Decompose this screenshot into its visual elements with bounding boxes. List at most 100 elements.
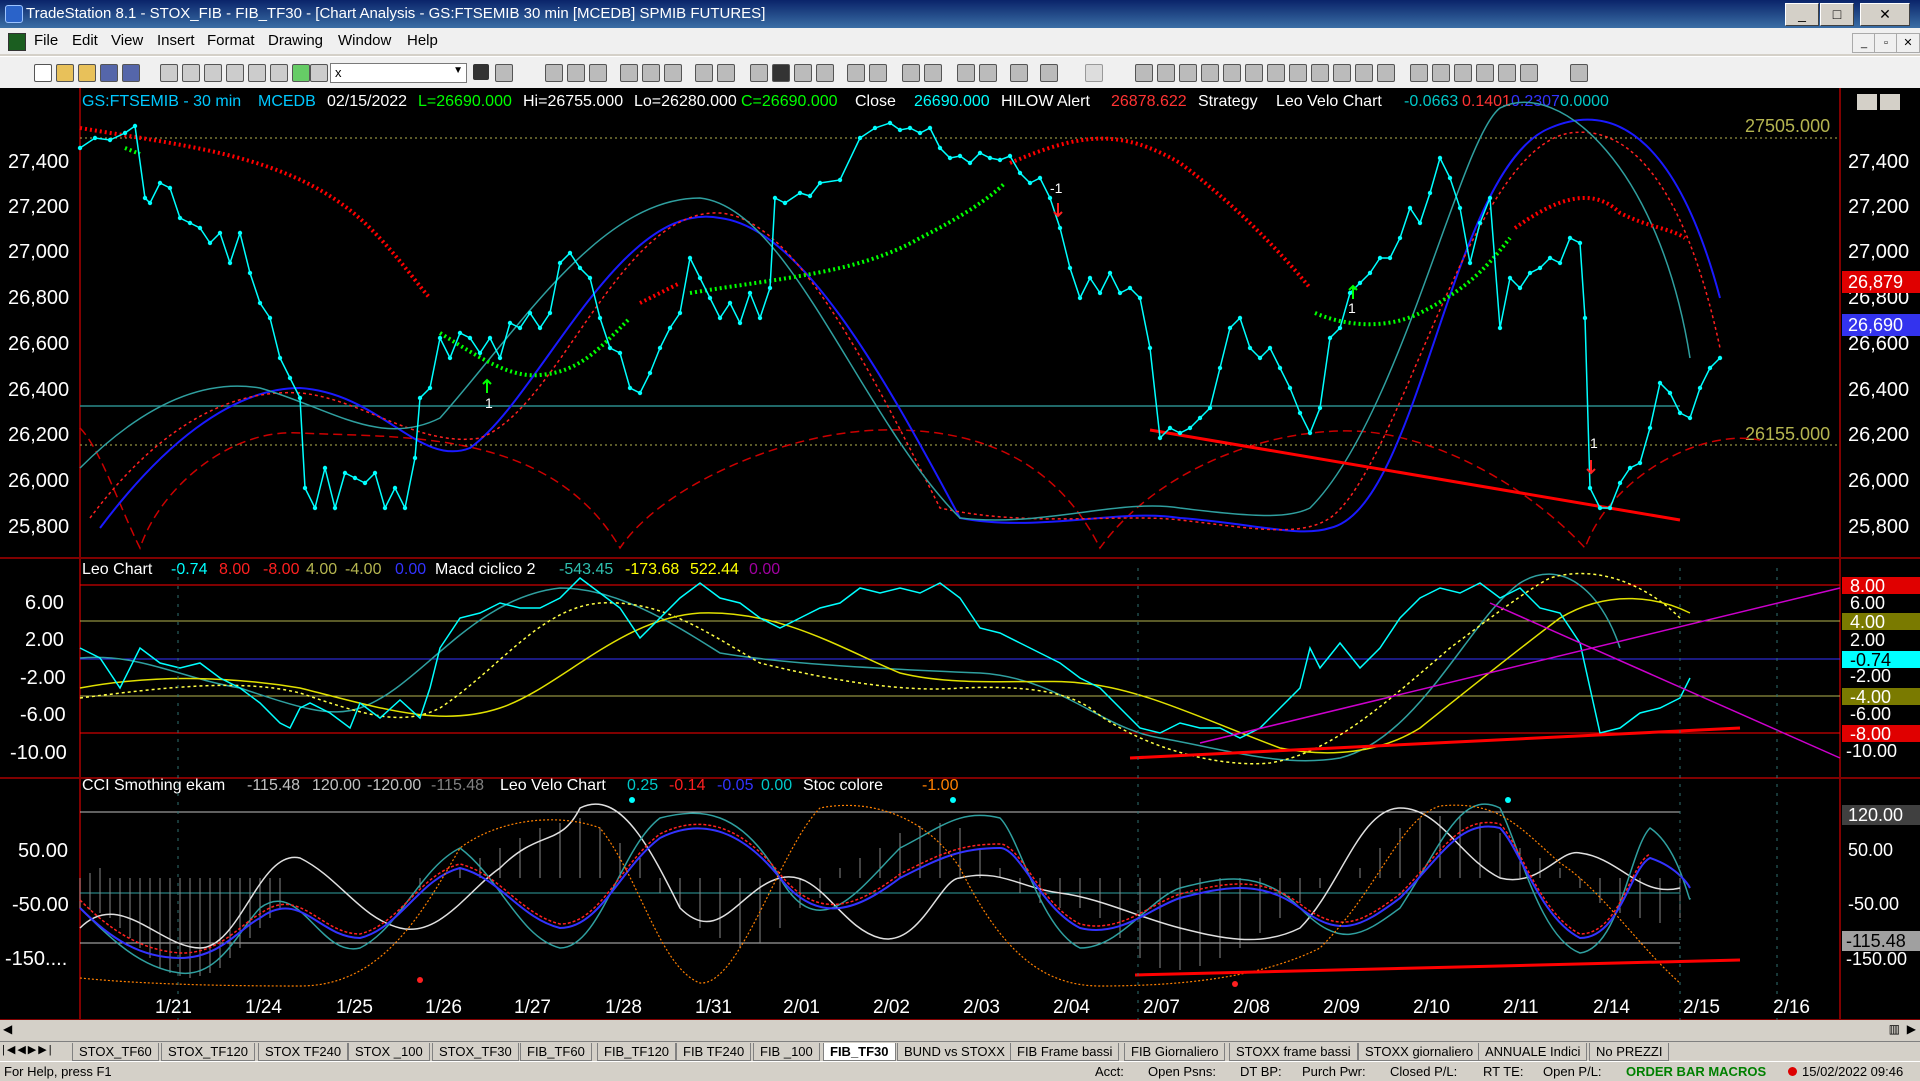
chart-window-icon[interactable] [8,33,26,51]
indicator-icon[interactable] [292,64,310,82]
symbol-combo[interactable]: x ▼ [330,63,467,83]
paste-icon[interactable] [248,64,266,82]
print-preview-icon[interactable] [182,64,200,82]
maximize-button[interactable]: □ [1820,3,1854,26]
tab-stox-tf60[interactable]: STOX_TF60 [72,1043,159,1061]
channel-icon[interactable] [1157,64,1175,82]
fib-icon[interactable] [1223,64,1241,82]
chart-minimize-button[interactable] [1857,94,1877,110]
tab-stox-tf240[interactable]: STOX TF240 [258,1043,349,1061]
scroll-right-icon[interactable]: ▶ [1907,1022,1916,1036]
tab-no-prezzi[interactable]: No PREZZI [1589,1043,1670,1061]
rectangle-icon[interactable] [1520,64,1538,82]
menu-drawing[interactable]: Drawing [268,32,323,49]
tab-annuale-indici[interactable]: ANNUALE Indici [1478,1043,1588,1061]
candle-icon[interactable] [816,64,834,82]
toolbar-icon[interactable] [310,64,328,82]
chevron-down-icon[interactable]: ▼ [453,65,463,76]
leo-trendline-magenta-up[interactable] [1199,587,1841,744]
open-workspace-icon[interactable] [78,64,96,82]
menu-edit[interactable]: Edit [72,32,98,49]
tab-stox-100[interactable]: STOX _100 [348,1043,430,1061]
up-arrow-icon[interactable] [1476,64,1494,82]
insert-icon[interactable] [1040,64,1058,82]
cci-trendline-red[interactable] [1134,958,1741,977]
cycle-icon[interactable] [1289,64,1307,82]
text-icon[interactable] [1570,64,1588,82]
find-icon[interactable] [495,64,513,82]
tab-fib-tf120[interactable]: FIB_TF120 [597,1043,677,1061]
menu-file[interactable]: File [34,32,58,49]
tools-icon[interactable] [1010,64,1028,82]
compress-icon[interactable] [847,64,865,82]
leo-trendline-magenta-down[interactable] [1489,602,1841,759]
freehand-icon[interactable] [1377,64,1395,82]
tab-bund-vs-stoxx[interactable]: BUND vs STOXX [897,1043,1012,1061]
copy-icon[interactable] [226,64,244,82]
ohlc-icon[interactable] [794,64,812,82]
tab-fib-tf30[interactable]: FIB_TF30 [823,1043,896,1061]
time-zone-icon[interactable] [1333,64,1351,82]
tab-stoxx-frame-bassi[interactable]: STOXX frame bassi [1229,1043,1358,1061]
mdi-close-button[interactable]: ✕ [1896,33,1920,53]
horizontal-line-icon[interactable] [1179,64,1197,82]
print-icon[interactable] [160,64,178,82]
strategy-icon[interactable] [717,64,735,82]
window-icon[interactable] [642,64,660,82]
tab-fib-frame-bassi[interactable]: FIB Frame bassi [1010,1043,1120,1061]
scroll-left-icon[interactable]: ◀ [3,1022,12,1036]
go-icon[interactable] [473,64,489,80]
price-line[interactable] [79,122,1721,511]
format-icon[interactable] [270,64,288,82]
ellipse-icon[interactable] [1498,64,1516,82]
pointer-icon[interactable] [957,64,975,82]
cut-icon[interactable] [204,64,222,82]
layout-icon[interactable] [664,64,682,82]
expand-icon[interactable] [869,64,887,82]
tab-nav-arrows-icon[interactable]: |◀◀▶▶| [2,1043,54,1056]
link-icon[interactable] [695,64,713,82]
radar-icon[interactable] [567,64,585,82]
scroll-thumb-icon[interactable]: ▥ [1889,1022,1900,1036]
save-icon[interactable] [100,64,118,82]
tab-fib-tf240[interactable]: FIB TF240 [676,1043,752,1061]
status-order-bar-macros[interactable]: ORDER BAR MACROS [1626,1064,1766,1079]
menu-view[interactable]: View [111,32,143,49]
gann-icon[interactable] [1245,64,1263,82]
menu-help[interactable]: Help [407,32,438,49]
open-icon[interactable] [56,64,74,82]
chart-svg[interactable]: GS:FTSEMIB - 30 min MCEDB 02/15/2022 L=2… [0,88,1920,1021]
trendline-icon[interactable] [1135,64,1153,82]
chart-icon[interactable] [545,64,563,82]
chart-restore-button[interactable] [1880,94,1900,110]
minimize-button[interactable]: _ [1785,3,1819,26]
speed-lines-icon[interactable] [1267,64,1285,82]
save-all-icon[interactable] [122,64,140,82]
regression-icon[interactable] [1311,64,1329,82]
tab-fib-giornaliero[interactable]: FIB Giornaliero [1124,1043,1226,1061]
mdi-restore-button[interactable]: ▫ [1874,33,1898,53]
menu-format[interactable]: Format [207,32,255,49]
arc-icon[interactable] [1355,64,1373,82]
tab-stoxx-giornaliero[interactable]: STOXX giornaliero [1358,1043,1481,1061]
crosshair-icon[interactable] [979,64,997,82]
matrix-icon[interactable] [589,64,607,82]
trend-angle-icon[interactable] [1410,64,1428,82]
menu-window[interactable]: Window [338,32,391,49]
new-icon[interactable] [34,64,52,82]
close-button[interactable]: ✕ [1860,3,1910,26]
leo-cyan-line[interactable] [79,577,1691,739]
zoom-in-icon[interactable] [902,64,920,82]
percent-change-icon[interactable] [1432,64,1450,82]
bar-chart-icon[interactable] [772,64,790,82]
tab-stox-tf30[interactable]: STOX_TF30 [432,1043,519,1061]
zoom-out-icon[interactable] [924,64,942,82]
menu-insert[interactable]: Insert [157,32,195,49]
horizontal-scrollbar[interactable]: ◀ ▥ ▶ [0,1020,1920,1040]
tab-fib-tf60[interactable]: FIB_TF60 [520,1043,592,1061]
vertical-line-icon[interactable] [1201,64,1219,82]
mdi-minimize-button[interactable]: _ [1852,33,1876,53]
chart-area[interactable]: GS:FTSEMIB - 30 min MCEDB 02/15/2022 L=2… [0,88,1920,1021]
scan-icon[interactable] [750,64,768,82]
workspace-icon[interactable] [620,64,638,82]
